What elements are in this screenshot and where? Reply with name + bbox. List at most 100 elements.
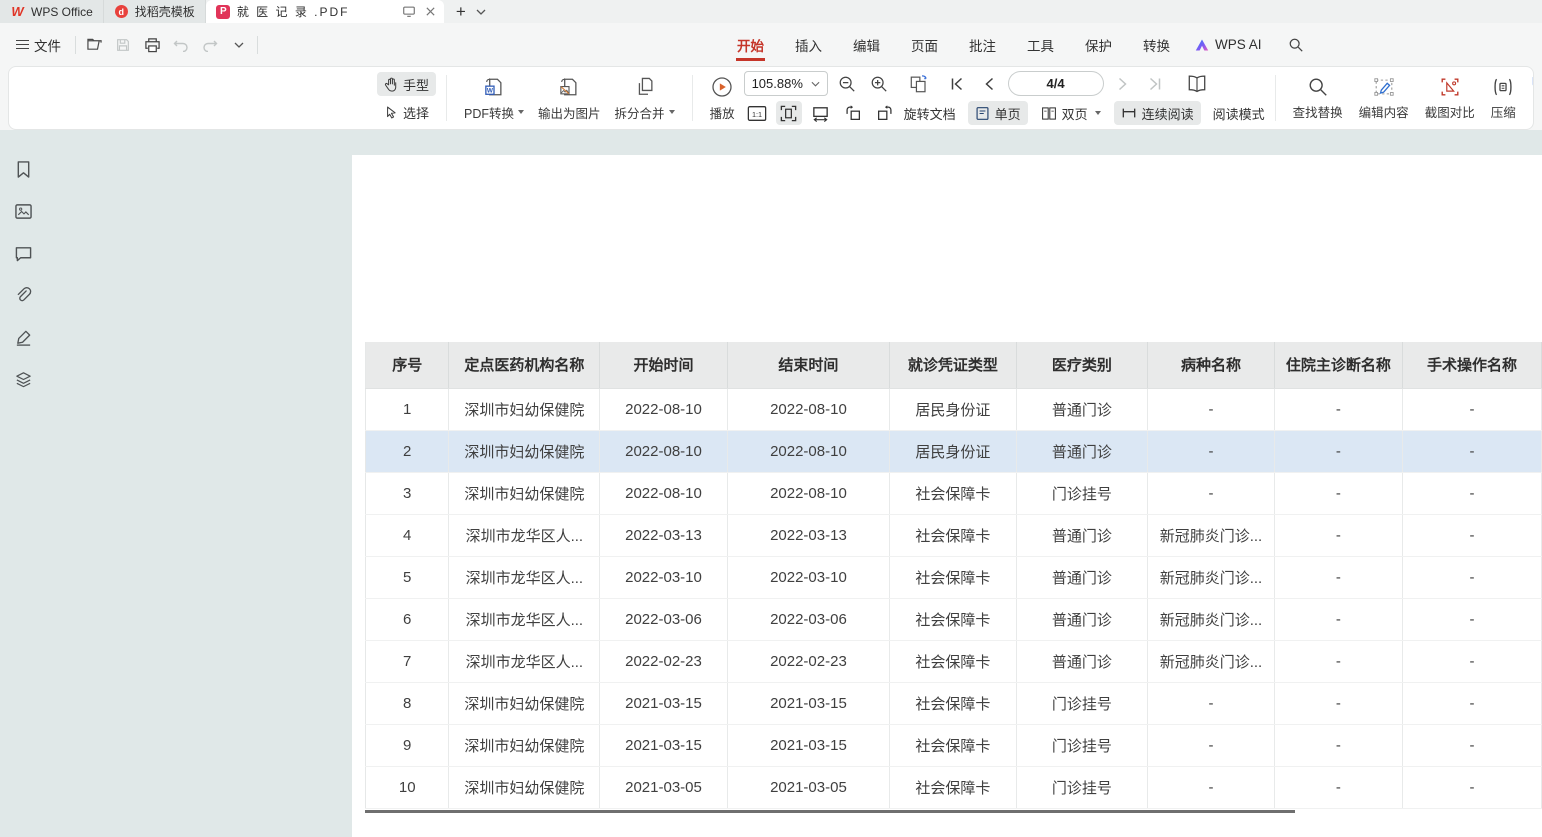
zoom-out-button[interactable] — [834, 72, 860, 96]
page-indicator: 4/4 — [1047, 76, 1065, 91]
monitor-icon[interactable] — [402, 4, 417, 19]
table-cell: - — [1274, 598, 1402, 640]
table-cell: 2022-08-10 — [727, 430, 889, 472]
thumbnail-icon[interactable] — [12, 200, 34, 222]
fulltext-translate-button[interactable]: A 全文翻译 — [1531, 74, 1534, 93]
table-cell: 普通门诊 — [1016, 598, 1147, 640]
table-cell: 深圳市妇幼保健院 — [449, 472, 600, 514]
read-mode-label[interactable]: 阅读模式 — [1213, 104, 1265, 123]
table-cell: 2021-03-15 — [727, 724, 889, 766]
screenshot-compare-button[interactable]: 截图对比 — [1418, 74, 1482, 123]
zoom-in-button[interactable] — [866, 72, 892, 96]
previous-page-button[interactable] — [976, 72, 1002, 96]
export-image-icon — [557, 75, 581, 99]
play-button[interactable]: 播放 — [703, 73, 742, 124]
wps-ai-button[interactable]: WPS AI — [1194, 37, 1262, 52]
actual-size-button[interactable]: 1:1 — [744, 101, 770, 125]
table-cell: 门诊挂号 — [1016, 724, 1147, 766]
table-row: 3深圳市妇幼保健院2022-08-102022-08-10社会保障卡门诊挂号--… — [366, 472, 1542, 514]
tab-wps-office[interactable]: W WPS Office — [0, 0, 104, 23]
find-replace-button[interactable]: 查找替换 — [1286, 74, 1350, 123]
table-cell: 社会保障卡 — [890, 556, 1017, 598]
table-row: 10深圳市妇幼保健院2021-03-052021-03-05社会保障卡门诊挂号-… — [366, 766, 1542, 808]
last-page-button[interactable] — [1142, 72, 1168, 96]
tab-docer-templates[interactable]: d 找稻壳模板 — [104, 0, 206, 23]
tab-convert[interactable]: 转换 — [1142, 25, 1171, 65]
rotate-document-label[interactable]: 旋转文档 — [904, 104, 956, 123]
export-as-image-button[interactable]: 输出为图片 — [531, 73, 608, 124]
tab-page[interactable]: 页面 — [910, 25, 939, 65]
new-tab-button[interactable]: + — [456, 3, 466, 20]
tab-tools[interactable]: 工具 — [1026, 25, 1055, 65]
rotate-left-button[interactable] — [840, 101, 866, 125]
select-tool-button[interactable]: 选择 — [377, 100, 436, 124]
next-page-button[interactable] — [1110, 72, 1136, 96]
save-icon[interactable] — [113, 35, 133, 55]
layers-icon[interactable] — [12, 368, 34, 390]
export-image-label: 输出为图片 — [538, 103, 601, 122]
table-row: 6深圳市龙华区人...2022-03-062022-03-06社会保障卡普通门诊… — [366, 598, 1542, 640]
table-row: 5深圳市龙华区人...2022-03-102022-03-10社会保障卡普通门诊… — [366, 556, 1542, 598]
split-merge-label: 拆分合并 — [615, 103, 665, 122]
side-panel-icons — [12, 158, 34, 390]
column-header: 结束时间 — [727, 342, 889, 388]
table-cell: 门诊挂号 — [1016, 472, 1147, 514]
close-tab-icon[interactable] — [423, 4, 438, 19]
table-cell: 社会保障卡 — [890, 682, 1017, 724]
word-translate-icon: A — [1531, 99, 1534, 117]
fit-page-button[interactable] — [776, 101, 802, 125]
column-header: 就诊凭证类型 — [890, 342, 1017, 388]
table-cell: - — [1148, 766, 1275, 808]
print-icon[interactable] — [142, 35, 162, 55]
column-header: 序号 — [366, 342, 449, 388]
double-page-button[interactable]: 双页 — [1034, 101, 1108, 125]
file-menu-button[interactable]: 文件 — [10, 32, 67, 58]
undo-icon[interactable] — [171, 35, 191, 55]
rotate-right-button[interactable] — [872, 101, 898, 125]
table-cell: 深圳市龙华区人... — [449, 640, 600, 682]
attachment-icon[interactable] — [12, 284, 34, 306]
tab-annotate[interactable]: 批注 — [968, 25, 997, 65]
tab-protect[interactable]: 保护 — [1084, 25, 1113, 65]
read-mode-book-icon[interactable] — [1184, 72, 1210, 96]
tab-list-chevron-icon[interactable] — [476, 9, 486, 15]
compress-button[interactable]: 压缩 — [1484, 74, 1523, 123]
first-page-button[interactable] — [944, 72, 970, 96]
bookmark-icon[interactable] — [12, 158, 34, 180]
table-cell: - — [1274, 682, 1402, 724]
single-page-label: 单页 — [995, 104, 1021, 123]
chevron-down-icon — [518, 110, 524, 114]
pdf-convert-button[interactable]: W PDF转换 — [457, 73, 531, 124]
tab-insert[interactable]: 插入 — [794, 25, 823, 65]
open-file-icon[interactable] — [84, 35, 104, 55]
tab-home[interactable]: 开始 — [736, 25, 765, 65]
signature-icon[interactable] — [12, 326, 34, 348]
comment-icon[interactable] — [12, 242, 34, 264]
word-translate-button[interactable]: A 划词翻译 — [1531, 99, 1534, 118]
continuous-reading-button[interactable]: 连续阅读 — [1114, 101, 1201, 125]
table-cell: 社会保障卡 — [890, 640, 1017, 682]
zoom-level-select[interactable]: 105.88% — [744, 71, 828, 96]
table-cell: 2022-02-23 — [727, 640, 889, 682]
table-cell: 居民身份证 — [890, 388, 1017, 430]
docer-icon: d — [114, 4, 129, 19]
tab-label: WPS Office — [31, 5, 93, 19]
chevron-down-icon — [811, 81, 820, 87]
tab-edit[interactable]: 编辑 — [852, 25, 881, 65]
table-cell: - — [1274, 640, 1402, 682]
redo-icon[interactable] — [200, 35, 220, 55]
tab-bar-actions: + — [444, 0, 486, 23]
tab-document-pdf[interactable]: P 就 医 记 录 .PDF — [206, 0, 444, 23]
edit-content-button[interactable]: 编辑内容 — [1352, 74, 1416, 123]
single-page-button[interactable]: 单页 — [968, 101, 1028, 125]
page-number-input[interactable]: 4/4 — [1008, 71, 1104, 96]
swap-pages-button[interactable] — [906, 72, 932, 96]
pdf-convert-icon: W — [482, 75, 506, 99]
qat-more-chevron-icon[interactable] — [229, 35, 249, 55]
split-merge-button[interactable]: 拆分合并 — [608, 73, 682, 124]
search-icon[interactable] — [1288, 37, 1304, 53]
edit-content-label: 编辑内容 — [1359, 102, 1409, 121]
table-cell: 普通门诊 — [1016, 388, 1147, 430]
hand-tool-button[interactable]: 手型 — [377, 72, 436, 96]
fit-width-button[interactable] — [808, 101, 834, 125]
